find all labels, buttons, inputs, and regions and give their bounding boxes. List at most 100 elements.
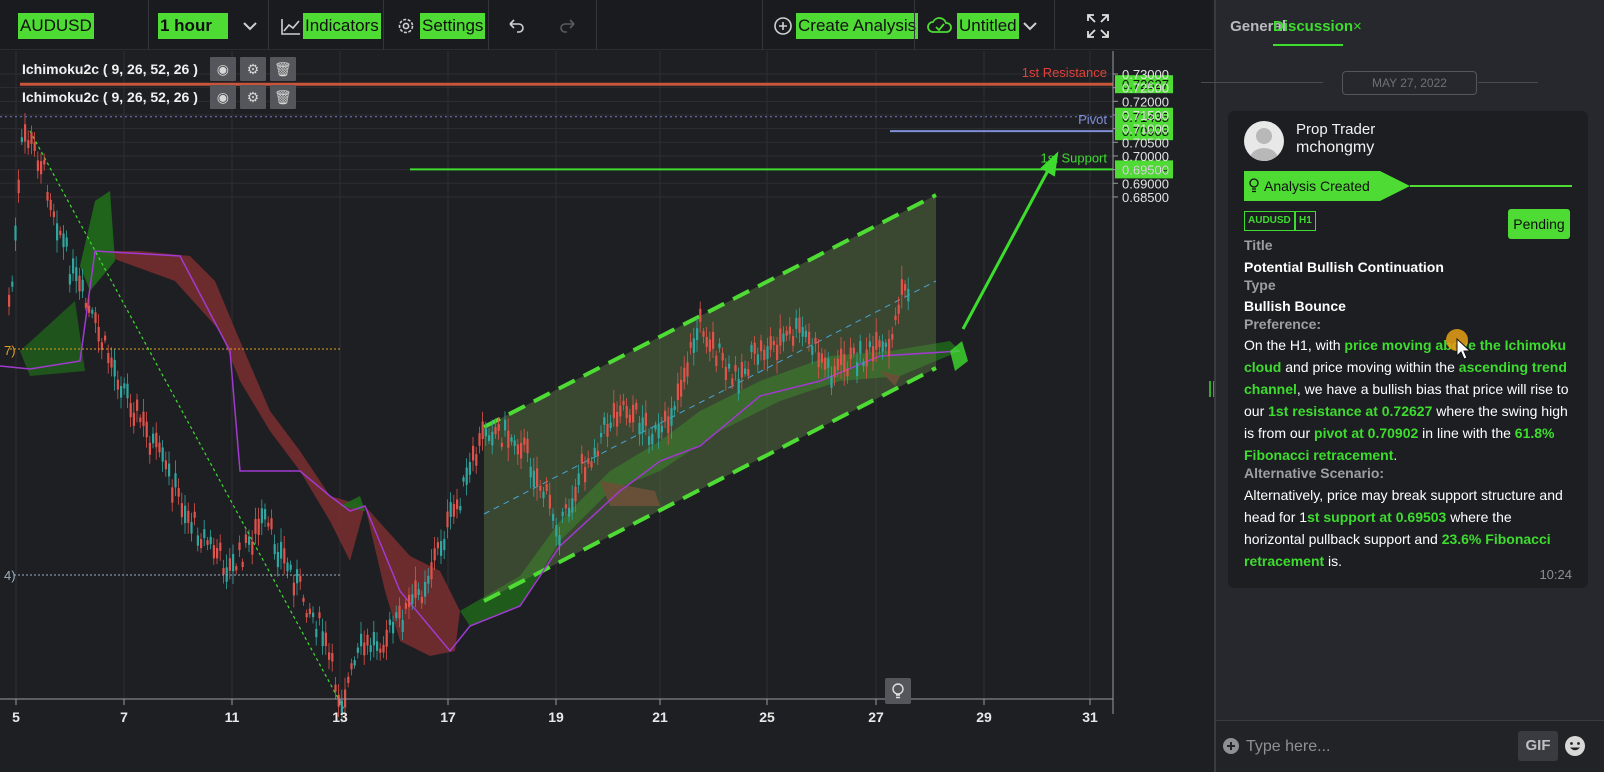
price-chart[interactable]: 1st Resistance 0.72627 1st Support 0.69509 P… bbox=[0, 51, 1212, 772]
x-tick-label: 13 bbox=[332, 709, 348, 725]
candle-body bbox=[529, 466, 532, 478]
undo-icon[interactable] bbox=[506, 13, 526, 39]
emoji-icon[interactable] bbox=[1564, 735, 1586, 762]
candle-body bbox=[753, 342, 756, 354]
gear-icon[interactable]: ⚙ bbox=[239, 85, 266, 109]
candle-body bbox=[113, 359, 116, 377]
type-label: Type bbox=[1244, 277, 1276, 293]
add-circle-icon[interactable] bbox=[1222, 737, 1240, 760]
cloud-check-icon[interactable] bbox=[926, 13, 954, 39]
candle-body bbox=[30, 132, 33, 144]
candle-body bbox=[372, 632, 375, 646]
candle-body bbox=[331, 653, 334, 662]
gear-icon[interactable]: ⚙ bbox=[239, 57, 266, 81]
indicator-label: Ichimoku2c ( 9, 26, 52, 26 ) bbox=[22, 89, 198, 105]
candle-body bbox=[456, 499, 459, 510]
candle-body bbox=[193, 511, 196, 518]
preference-label: Preference: bbox=[1244, 316, 1322, 332]
indicators-chart-icon[interactable] bbox=[280, 13, 302, 39]
candle-body bbox=[148, 442, 151, 455]
candle-body bbox=[260, 508, 263, 524]
status-badge[interactable]: Pending bbox=[1508, 209, 1570, 239]
candle-body bbox=[804, 330, 807, 338]
lightbulb-icon[interactable] bbox=[885, 678, 911, 704]
trash-icon[interactable]: 🗑 bbox=[269, 85, 296, 109]
close-icon[interactable]: × bbox=[1353, 18, 1362, 35]
candle-body bbox=[516, 444, 519, 455]
candle-body bbox=[299, 575, 302, 582]
candle-body bbox=[702, 331, 705, 337]
tab-discussion[interactable]: Discussion bbox=[1273, 18, 1353, 35]
candle-body bbox=[81, 279, 84, 292]
symbol-badge: AUDUSD bbox=[1244, 211, 1295, 231]
chevron-down-icon[interactable] bbox=[1022, 13, 1038, 39]
candle-body bbox=[731, 378, 734, 385]
candle-body bbox=[62, 233, 65, 248]
indicators-button[interactable]: Indicators bbox=[303, 13, 381, 39]
candle-body bbox=[872, 346, 875, 362]
eye-icon[interactable]: ◉ bbox=[209, 85, 236, 109]
candle-body bbox=[894, 315, 897, 321]
candle-body bbox=[91, 309, 94, 314]
message-input[interactable] bbox=[1246, 733, 1486, 761]
candle-body bbox=[859, 341, 862, 354]
author-name: Prop Trader bbox=[1296, 121, 1376, 138]
symbol-selector[interactable]: AUDUSD bbox=[18, 13, 94, 39]
candle-body bbox=[273, 544, 276, 555]
candle-body bbox=[276, 551, 279, 568]
candle-body bbox=[36, 160, 39, 171]
candle-body bbox=[312, 612, 315, 618]
highlighted-text: 1st resistance at 0.72627 bbox=[1268, 403, 1433, 419]
settings-button[interactable]: Settings bbox=[420, 13, 486, 39]
y-tick-label: 0.68500 bbox=[1122, 190, 1169, 205]
candle-body bbox=[296, 569, 299, 584]
timeframe-selector[interactable]: 1 hour bbox=[158, 13, 228, 39]
highlighted-text: pivot at 0.70902 bbox=[1314, 425, 1419, 441]
candle-body bbox=[315, 628, 318, 638]
gear-icon[interactable] bbox=[396, 13, 416, 39]
fullscreen-icon[interactable] bbox=[1085, 12, 1111, 40]
candle-body bbox=[289, 564, 292, 570]
candle-body bbox=[564, 504, 567, 509]
candle-body bbox=[744, 368, 747, 375]
candle-body bbox=[622, 400, 625, 406]
chevron-down-icon[interactable] bbox=[242, 13, 258, 39]
chart-canvas[interactable]: 1st Resistance0.726271st Support0.69509P… bbox=[0, 51, 1212, 772]
candle-body bbox=[27, 140, 30, 149]
arrow-shaft bbox=[961, 162, 1054, 330]
candle-body bbox=[504, 419, 507, 431]
candle-body bbox=[766, 346, 769, 360]
candle-body bbox=[750, 344, 753, 352]
layout-name[interactable]: Untitled bbox=[957, 13, 1019, 39]
candle-body bbox=[788, 326, 791, 335]
candle-body bbox=[737, 378, 740, 394]
candle-body bbox=[382, 644, 385, 653]
candle-body bbox=[52, 211, 55, 218]
eye-icon[interactable]: ◉ bbox=[209, 57, 236, 81]
candle-body bbox=[888, 338, 891, 356]
candle-body bbox=[532, 470, 535, 488]
redo-icon[interactable] bbox=[558, 13, 578, 39]
trash-icon[interactable]: 🗑 bbox=[269, 57, 296, 81]
candle-body bbox=[68, 274, 71, 285]
candle-body bbox=[676, 383, 679, 401]
candle-body bbox=[897, 304, 900, 314]
candle-body bbox=[715, 355, 718, 366]
candle-body bbox=[190, 522, 193, 534]
candle-body bbox=[542, 491, 545, 499]
add-circle-icon[interactable] bbox=[773, 13, 793, 39]
candle-body bbox=[411, 594, 414, 604]
candle-body bbox=[369, 645, 372, 652]
candle-body bbox=[740, 362, 743, 378]
candle-body bbox=[705, 336, 708, 347]
x-tick-label: 7 bbox=[120, 709, 128, 725]
create-analysis-button[interactable]: Create Analysis bbox=[796, 13, 919, 39]
candle-body bbox=[843, 354, 846, 373]
candle-body bbox=[200, 539, 203, 549]
gif-button[interactable]: GIF bbox=[1518, 731, 1558, 761]
avatar[interactable] bbox=[1244, 121, 1284, 161]
candle-body bbox=[286, 562, 289, 572]
candle-body bbox=[267, 522, 270, 527]
timeframe-badge: H1 bbox=[1295, 211, 1316, 231]
candle-body bbox=[568, 507, 571, 517]
